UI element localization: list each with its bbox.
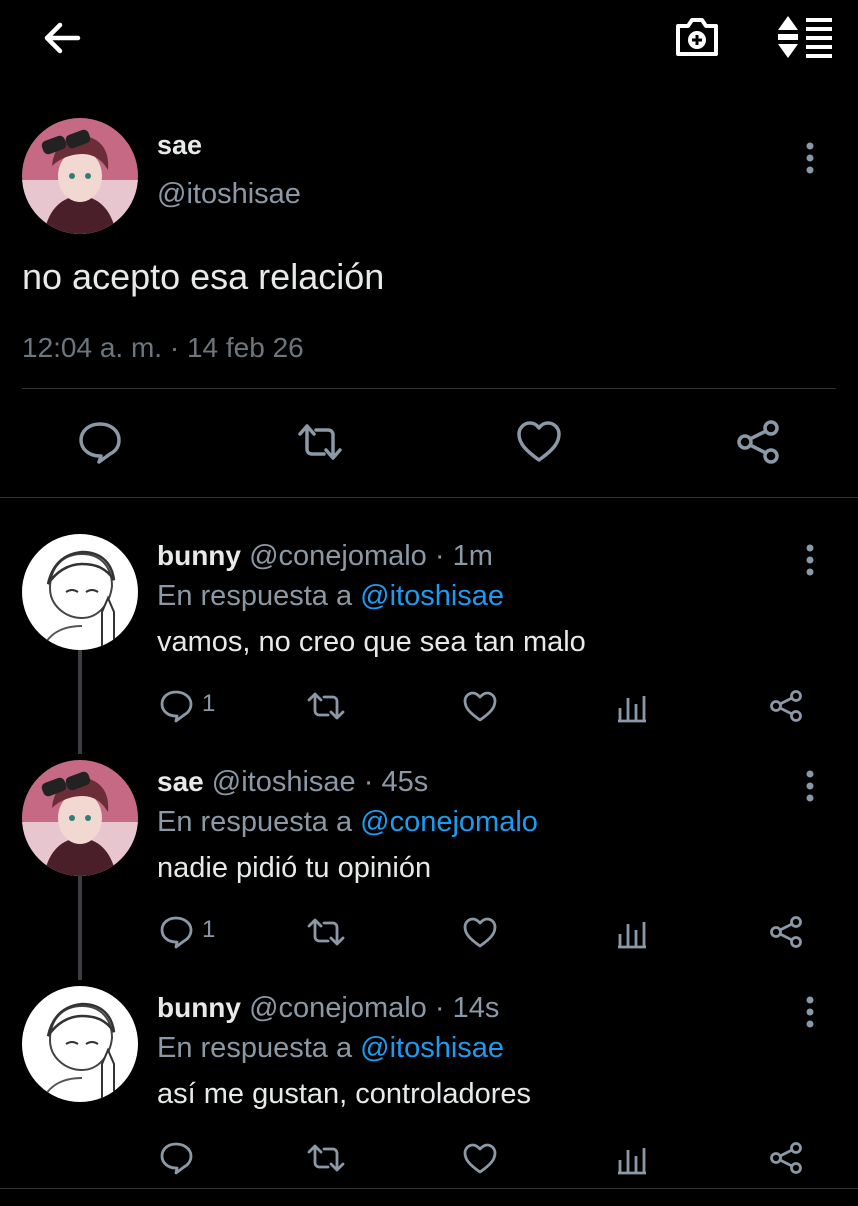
more-options-icon[interactable] (804, 768, 816, 804)
in-reply-to: En respuesta a @conejomalo (157, 806, 538, 839)
analytics-icon[interactable] (616, 688, 648, 724)
camera-plus-icon[interactable] (672, 14, 722, 60)
tweet-timestamp: 12:04 a. m. · 14 feb 26 (22, 332, 304, 363)
mention-link[interactable]: @itoshisae (360, 1032, 504, 1064)
more-options-icon[interactable] (804, 542, 816, 578)
more-options-icon[interactable] (804, 140, 816, 176)
display-name[interactable]: sae (157, 130, 202, 161)
reply-icon[interactable] (76, 418, 124, 466)
reply-header: bunny @conejomalo · 14s (157, 992, 499, 1025)
handle-and-time: @conejomalo · 1m (249, 540, 493, 572)
retweet-icon[interactable] (306, 1140, 346, 1176)
share-icon[interactable] (768, 914, 804, 950)
more-options-icon[interactable] (804, 994, 816, 1030)
in-reply-label: En respuesta a (157, 806, 353, 838)
reply-count: 1 (202, 690, 216, 717)
reply-text: así me gustan, controladores (157, 1078, 531, 1110)
user-handle[interactable]: @itoshisae (157, 178, 301, 211)
tweet-text: no acepto esa relación (22, 256, 385, 297)
in-reply-to: En respuesta a @itoshisae (157, 580, 504, 613)
handle-and-time: @itoshisae · 45s (211, 766, 429, 798)
share-icon[interactable] (768, 688, 804, 724)
reply-icon[interactable] (158, 1140, 194, 1176)
reply-header: sae @itoshisae · 45s (157, 766, 428, 799)
sort-list-icon[interactable] (776, 14, 834, 60)
reply-text: nadie pidió tu opinión (157, 852, 432, 884)
divider (0, 1188, 858, 1189)
avatar[interactable] (22, 760, 138, 876)
back-arrow-icon[interactable] (40, 16, 84, 60)
like-heart-icon[interactable] (462, 914, 498, 950)
analytics-icon[interactable] (616, 914, 648, 950)
like-heart-icon[interactable] (515, 418, 563, 466)
divider (22, 388, 836, 389)
reply-icon[interactable] (158, 914, 194, 950)
avatar[interactable] (22, 118, 138, 234)
retweet-icon[interactable] (296, 418, 344, 466)
top-bar (0, 0, 858, 78)
divider (0, 497, 858, 498)
display-name[interactable]: bunny (157, 540, 241, 571)
reply-count: 1 (202, 916, 216, 943)
reply-icon[interactable] (158, 688, 194, 724)
reply-header: bunny @conejomalo · 1m (157, 540, 493, 573)
analytics-icon[interactable] (616, 1140, 648, 1176)
handle-and-time: @conejomalo · 14s (249, 992, 500, 1024)
reply-tweet[interactable]: bunny @conejomalo · 14s En respuesta a @… (0, 980, 858, 1206)
in-reply-to: En respuesta a @itoshisae (157, 1032, 504, 1065)
share-icon[interactable] (734, 418, 782, 466)
display-name[interactable]: sae (157, 766, 204, 797)
mention-link[interactable]: @itoshisae (360, 580, 504, 612)
in-reply-label: En respuesta a (157, 580, 353, 612)
reply-tweet[interactable]: sae @itoshisae · 45s En respuesta a @con… (0, 754, 858, 980)
mention-link[interactable]: @conejomalo (360, 806, 538, 838)
like-heart-icon[interactable] (462, 1140, 498, 1176)
reply-tweet[interactable]: bunny @conejomalo · 1m En respuesta a @i… (0, 528, 858, 754)
in-reply-label: En respuesta a (157, 1032, 353, 1064)
like-heart-icon[interactable] (462, 688, 498, 724)
retweet-icon[interactable] (306, 688, 346, 724)
reply-text: vamos, no creo que sea tan malo (157, 626, 586, 658)
retweet-icon[interactable] (306, 914, 346, 950)
avatar[interactable] (22, 534, 138, 650)
avatar[interactable] (22, 986, 138, 1102)
share-icon[interactable] (768, 1140, 804, 1176)
display-name[interactable]: bunny (157, 992, 241, 1023)
